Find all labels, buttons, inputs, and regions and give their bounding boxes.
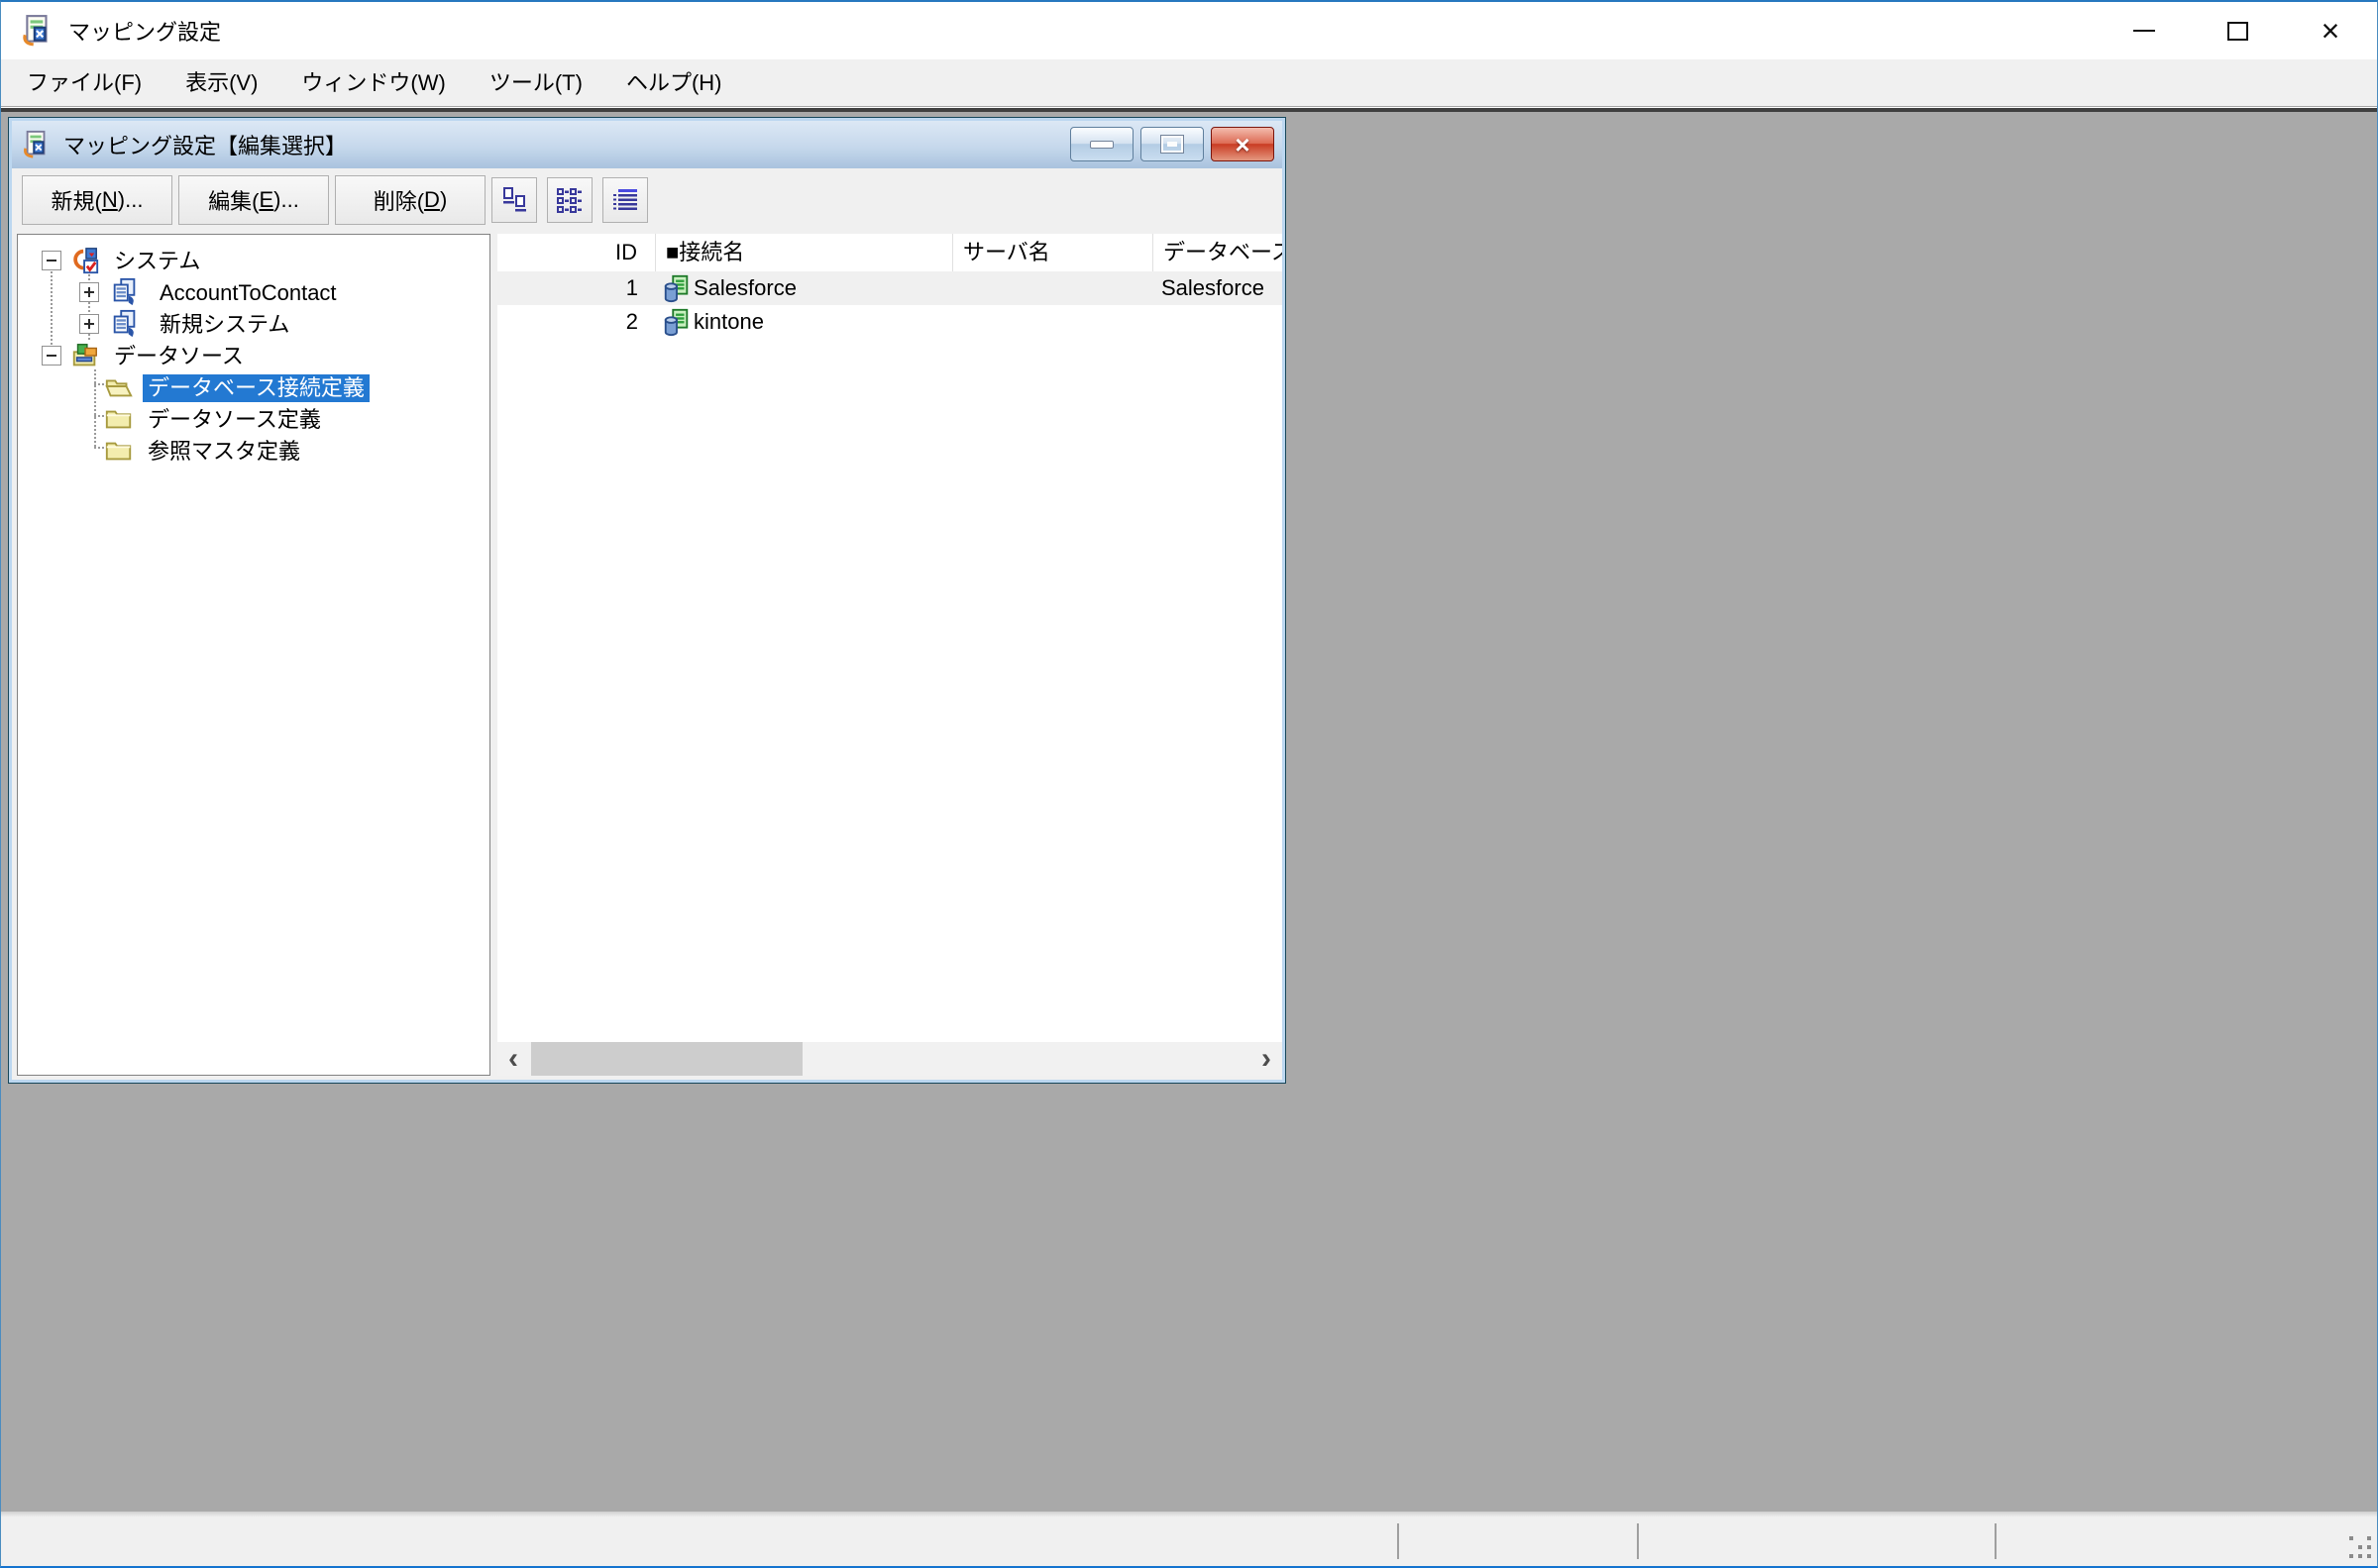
window-title: マッピング設定 (68, 15, 221, 47)
tree-item-label: システム (109, 248, 205, 275)
tree-item-new-system[interactable]: 新規システム (18, 308, 489, 340)
folder-open-icon (103, 372, 135, 402)
db-connection-icon (662, 307, 692, 337)
cell-server-name (953, 271, 1153, 305)
minimize-button[interactable] (2098, 2, 2191, 59)
menu-help[interactable]: ヘルプ(H) (604, 59, 744, 107)
main-titlebar: マッピング設定 × (1, 2, 2377, 59)
expand-icon[interactable] (79, 314, 99, 334)
cell-id: 2 (497, 305, 656, 339)
list-row-salesforce[interactable]: 1 Salesforce (497, 271, 1282, 305)
list-header: ID ■接続名 サーバ名 データベース (497, 234, 1282, 271)
collapse-icon[interactable] (42, 346, 61, 366)
cell-connection-name: kintone (656, 305, 953, 339)
tree-item-db-connection-def[interactable]: データベース接続定義 (18, 371, 489, 403)
column-header-server-name[interactable]: サーバ名 (953, 234, 1153, 271)
icon-view-button[interactable] (491, 177, 537, 223)
tree-item-label: 新規システム (155, 311, 294, 339)
cell-id: 1 (497, 271, 656, 305)
system-icon (69, 246, 101, 275)
column-header-database[interactable]: データベース (1153, 234, 1282, 271)
new-button[interactable]: 新規(N)... (22, 175, 172, 225)
child-minimize-button[interactable] (1070, 127, 1134, 161)
main-window: マッピング設定 × ファイル(F) 表示(V) ウィンドウ(W) ツール(T) … (0, 0, 2378, 1568)
child-window: マッピング設定【編集選択】 × 新規(N)... 編集(E)... 削除(D) (8, 117, 1286, 1084)
mapping-doc-icon (109, 277, 141, 307)
menu-file[interactable]: ファイル(F) (1, 59, 163, 107)
details-view-button[interactable] (602, 177, 648, 223)
list-row-kintone[interactable]: 2 kintone (497, 305, 1282, 339)
maximize-button[interactable] (2191, 2, 2284, 59)
child-restore-button[interactable] (1140, 127, 1204, 161)
horizontal-scrollbar[interactable]: ‹ › (497, 1042, 1282, 1076)
child-window-controls: × (1070, 127, 1274, 161)
list-view-button[interactable] (547, 177, 593, 223)
status-separator (1637, 1523, 1639, 1559)
folder-icon (103, 436, 135, 466)
tree-item-label: データベース接続定義 (143, 374, 370, 402)
status-separator (1995, 1523, 1997, 1559)
tree-item-label: AccountToContact (155, 279, 342, 307)
child-body: システム AccountToContact (12, 232, 1282, 1080)
list-view-icon (555, 185, 585, 215)
datasource-icon (69, 341, 101, 370)
icon-view-icon (499, 185, 529, 215)
definition-tree: システム AccountToContact (17, 234, 490, 1076)
child-close-button[interactable]: × (1211, 127, 1274, 161)
tree-item-label: データソース (109, 343, 249, 370)
tree-item-label: 参照マスタ定義 (143, 438, 305, 466)
minimize-icon (2133, 30, 2155, 32)
expand-icon[interactable] (79, 282, 99, 302)
delete-button[interactable]: 削除(D) (335, 175, 486, 225)
db-connection-icon (662, 273, 692, 303)
tree-item-accounttocontact[interactable]: AccountToContact (18, 276, 489, 308)
menu-view[interactable]: 表示(V) (163, 59, 279, 107)
mdi-client-area: マッピング設定【編集選択】 × 新規(N)... 編集(E)... 削除(D) (1, 108, 2377, 1512)
scroll-right-button[interactable]: › (1250, 1042, 1282, 1076)
edit-button[interactable]: 編集(E)... (178, 175, 329, 225)
tree-item-ref-master-def[interactable]: 参照マスタ定義 (18, 435, 489, 467)
chevron-left-icon: ‹ (508, 1044, 518, 1074)
status-bar (1, 1517, 2377, 1566)
menu-bar: ファイル(F) 表示(V) ウィンドウ(W) ツール(T) ヘルプ(H) (1, 59, 2377, 107)
scroll-left-button[interactable]: ‹ (497, 1042, 529, 1076)
tree-item-label: データソース定義 (143, 406, 326, 434)
cell-database (1153, 305, 1282, 339)
child-titlebar[interactable]: マッピング設定【編集選択】 × (12, 121, 1282, 168)
child-toolbar: 新規(N)... 編集(E)... 削除(D) (12, 168, 1282, 232)
close-icon: × (2322, 15, 2340, 47)
column-header-id[interactable]: ID (497, 234, 656, 271)
minimize-icon (1090, 141, 1114, 149)
scrollbar-thumb[interactable] (531, 1042, 803, 1076)
resize-grip-icon[interactable] (2347, 1536, 2371, 1560)
mapping-app-icon (21, 14, 54, 48)
tree-item-datasource[interactable]: データソース (18, 340, 489, 371)
tree-item-datasource-def[interactable]: データソース定義 (18, 403, 489, 435)
restore-icon (1161, 136, 1183, 153)
child-window-title: マッピング設定【編集選択】 (63, 129, 347, 160)
window-controls: × (2098, 2, 2377, 59)
folder-icon (103, 404, 135, 434)
column-header-connection-name[interactable]: ■接続名 (656, 234, 953, 271)
close-button[interactable]: × (2284, 2, 2377, 59)
cell-database: Salesforce (1153, 271, 1282, 305)
maximize-icon (2227, 22, 2248, 41)
mapping-doc-icon (109, 309, 141, 339)
menu-tools[interactable]: ツール(T) (468, 59, 604, 107)
cell-server-name (953, 305, 1153, 339)
status-separator (1397, 1523, 1399, 1559)
tree-item-system[interactable]: システム (18, 245, 489, 276)
mapping-app-icon (22, 130, 52, 159)
close-icon: × (1235, 132, 1249, 157)
details-view-icon (610, 185, 640, 215)
chevron-right-icon: › (1261, 1044, 1271, 1074)
collapse-icon[interactable] (42, 251, 61, 270)
connection-list: ID ■接続名 サーバ名 データベース 1 (497, 234, 1282, 1076)
cell-connection-name: Salesforce (656, 271, 953, 305)
menu-window[interactable]: ウィンドウ(W) (279, 59, 467, 107)
